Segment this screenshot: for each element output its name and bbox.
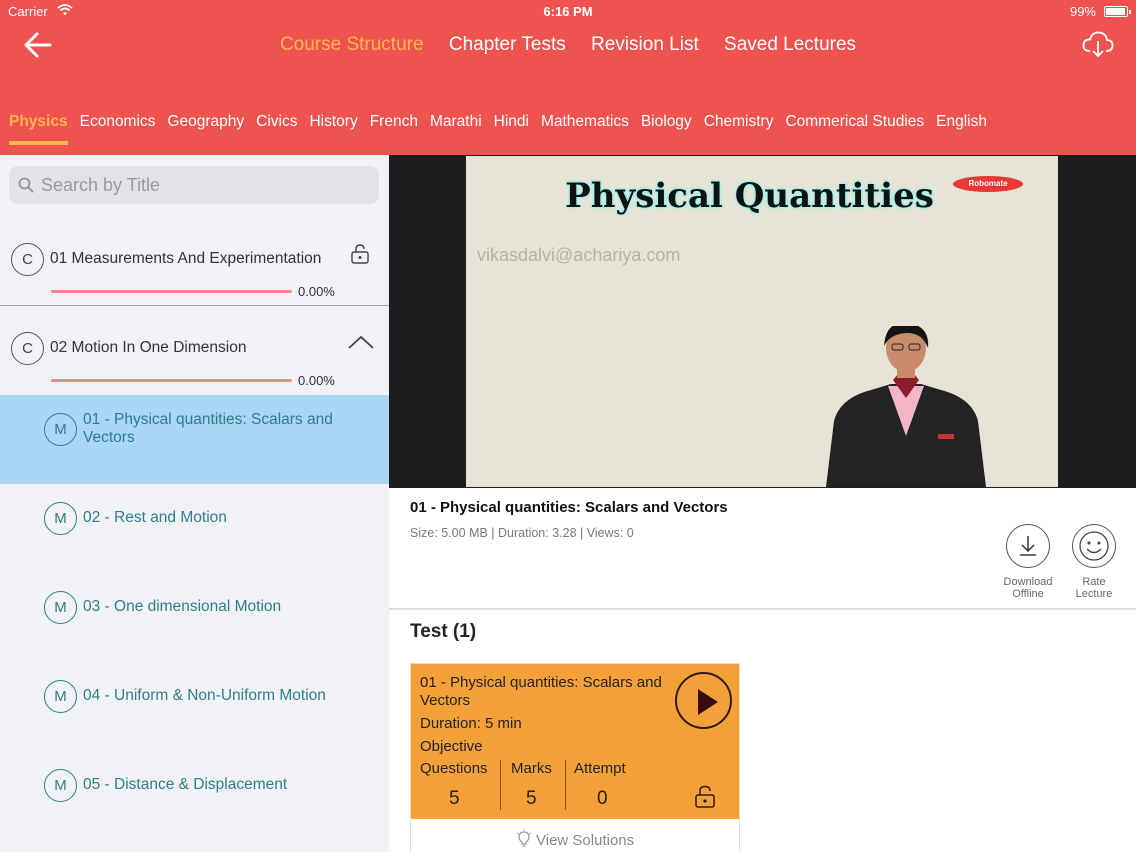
subject-tab-hindi[interactable]: Hindi [494,113,529,145]
tab-course-structure[interactable]: Course Structure [280,34,424,56]
marks-value: 5 [526,788,537,809]
lecture-title: 05 - Distance & Displacement [83,776,288,793]
tab-revision-list[interactable]: Revision List [591,34,699,56]
marks-label: Marks [511,760,552,777]
search-input[interactable]: Search by Title [9,166,379,204]
lecture-item[interactable]: M 05 - Distance & Displacement [0,751,389,840]
subject-tab-physics[interactable]: Physics [9,113,68,145]
questions-stat: Questions 5 [420,760,488,809]
download-label-2: Offline [1012,588,1044,600]
test-card[interactable]: 01 - Physical quantities: Scalars and Ve… [410,663,740,852]
course-sidebar: Search by Title C 01 Measurements And Ex… [0,155,389,852]
lecture-info-panel: 01 - Physical quantities: Scalars and Ve… [389,488,1136,610]
cloud-download-icon[interactable] [1082,30,1114,58]
subject-tab-chemistry[interactable]: Chemistry [704,113,774,145]
attempt-label: Attempt [574,760,626,777]
video-frame: Physical Quantities Robomate vikasdalvi@… [466,156,1058,487]
status-bar: Carrier 6:16 PM 99% [0,0,1136,24]
lecture-title: 03 - One dimensional Motion [83,598,282,615]
lecture-badge: M [44,413,77,446]
attempt-stat: Attempt 0 [574,760,626,809]
test-duration: Duration: 5 min [420,715,522,732]
chapter-badge: C [11,332,44,365]
lecture-title: 04 - Uniform & Non-Uniform Motion [83,687,326,704]
lecture-title: 02 - Rest and Motion [83,509,227,526]
tab-chapter-tests[interactable]: Chapter Tests [449,34,566,56]
chapter-title: 01 Measurements And Experimentation [50,250,322,267]
search-placeholder: Search by Title [41,175,161,195]
test-section-heading: Test (1) [410,621,477,642]
status-time: 6:16 PM [543,4,593,19]
rate-label: Rate [1082,576,1106,588]
questions-label: Questions [420,760,488,777]
test-card-body: 01 - Physical quantities: Scalars and Ve… [411,664,739,819]
chapter-progress-bar [51,379,292,382]
test-title: 01 - Physical quantities: Scalars and Ve… [420,674,662,709]
tab-saved-lectures[interactable]: Saved Lectures [724,34,856,56]
download-offline-button[interactable]: Download Offline [998,524,1058,600]
lecture-item[interactable]: M 03 - One dimensional Motion [0,573,389,662]
battery-percent: 99% [1069,4,1096,19]
rate-lecture-button[interactable]: Rate Lecture [1064,524,1124,600]
subject-tab-french[interactable]: French [370,113,418,145]
chapter-item[interactable]: C 01 Measurements And Experimentation 0.… [0,217,389,306]
lecture-title: 01 - Physical quantities: Scalars and Ve… [83,411,333,446]
subject-tab-geography[interactable]: Geography [167,113,244,145]
lecture-item[interactable]: M 04 - Uniform & Non-Uniform Motion [0,662,389,751]
subject-tab-history[interactable]: History [309,113,357,145]
play-icon[interactable] [675,672,732,729]
brand-logo: Robomate [953,176,1023,192]
subject-tab-civics[interactable]: Civics [256,113,297,145]
slide-title: Physical Quantities [565,176,934,216]
lecture-item[interactable]: M 02 - Rest and Motion [0,484,389,573]
subject-tab-mathematics[interactable]: Mathematics [541,113,629,145]
subject-tab-commerical-studies[interactable]: Commerical Studies [785,113,924,145]
lecture-meta: Size: 5.00 MB | Duration: 3.28 | Views: … [410,526,634,540]
chapter-progress-text: 0.00% [298,373,335,388]
lecture-item[interactable]: M 01 - Physical quantities: Scalars and … [0,395,389,484]
divider [500,760,501,810]
presenter-figure [826,326,986,487]
download-label: Download [1003,576,1053,588]
chapter-title: 02 Motion In One Dimension [50,339,247,356]
lecture-badge: M [44,502,77,535]
video-player[interactable]: Physical Quantities Robomate vikasdalvi@… [389,155,1136,488]
lightbulb-icon [516,829,532,847]
download-icon [1006,524,1050,568]
view-solutions-label: View Solutions [536,832,635,849]
rate-label-2: Lecture [1075,588,1113,600]
search-icon [18,177,34,193]
subject-tab-english[interactable]: English [936,113,987,145]
chevron-up-icon[interactable] [347,334,375,350]
smiley-icon [1072,524,1116,568]
app-header: Carrier 6:16 PM 99% Course Structure Cha… [0,0,1136,155]
battery-icon [1104,6,1131,17]
subject-tab-marathi[interactable]: Marathi [430,113,482,145]
subject-tab-biology[interactable]: Biology [641,113,692,145]
view-solutions-button[interactable]: View Solutions [411,819,739,852]
lecture-badge: M [44,680,77,713]
video-watermark: vikasdalvi@achariya.com [477,245,681,265]
test-type: Objective [420,738,483,755]
top-nav: Course Structure Chapter Tests Revision … [0,34,1136,56]
chapter-progress-text: 0.00% [298,284,335,299]
divider [565,760,566,810]
subject-tab-economics[interactable]: Economics [80,113,156,145]
lecture-heading: 01 - Physical quantities: Scalars and Ve… [410,499,728,516]
lecture-badge: M [44,591,77,624]
attempt-value: 0 [597,788,608,809]
chapter-badge: C [11,243,44,276]
lecture-badge: M [44,769,77,802]
questions-value: 5 [449,788,460,809]
lock-icon [351,244,369,264]
marks-stat: Marks 5 [511,760,552,809]
subject-tabs: Physics Economics Geography Civics History Fr… [0,113,989,155]
unlock-icon [695,785,715,808]
chapter-progress-bar [51,290,292,293]
chapter-item[interactable]: C 02 Motion In One Dimension 0.00% [0,306,389,395]
